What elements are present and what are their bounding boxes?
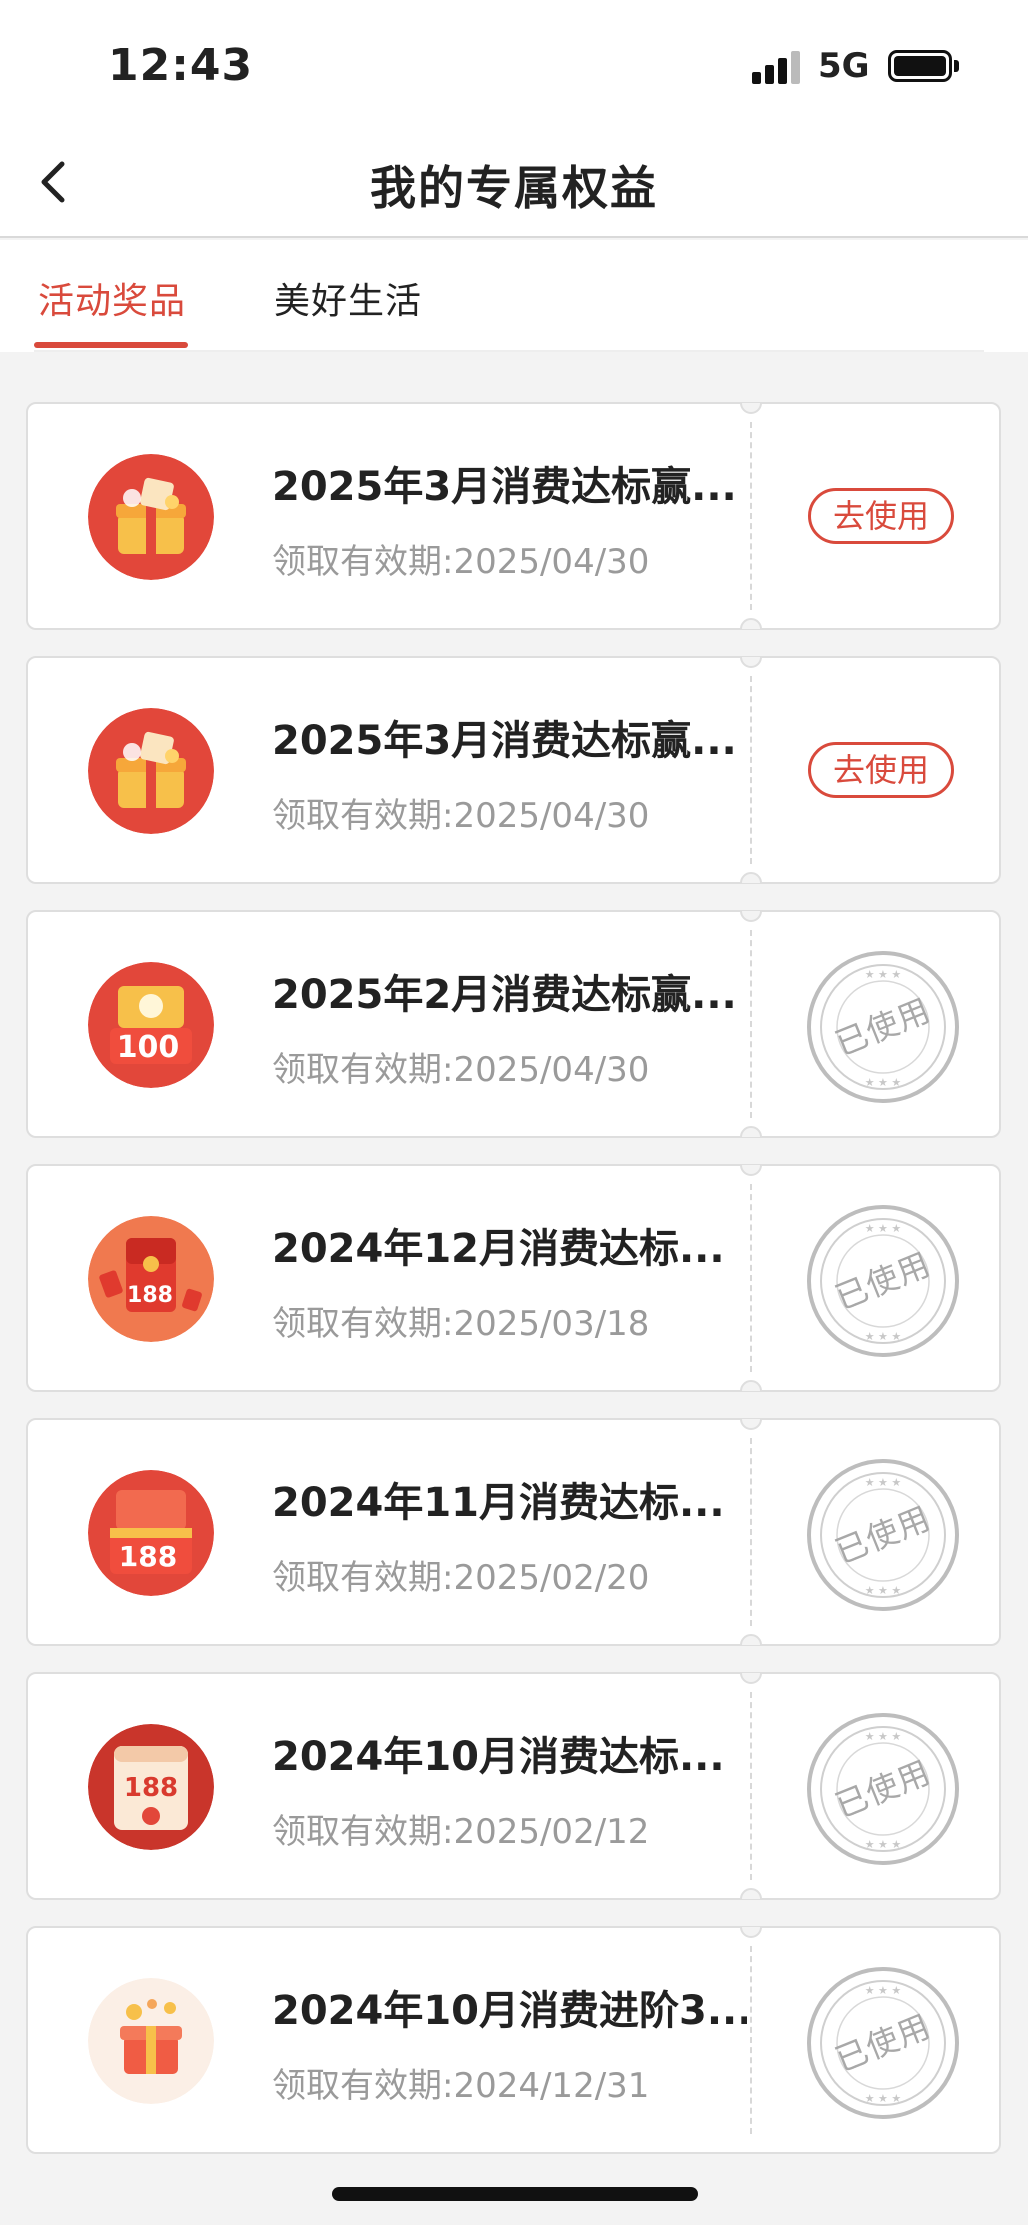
ticket-notch <box>740 911 762 922</box>
item-title: 2025年3月消费达标赢... <box>272 718 737 764</box>
item-title: 2024年12月消费达标... <box>272 1226 725 1272</box>
item-title: 2025年3月消费达标赢... <box>272 464 737 510</box>
list-item[interactable]: 188 2024年12月消费达标... 领取有效期:2025/03/18 ★ ★… <box>26 1164 1001 1392</box>
perforation-line <box>750 1184 752 1372</box>
signal-icon <box>752 50 804 84</box>
red-packet-card-188-icon: 188 <box>88 1724 214 1850</box>
item-title: 2024年10月消费达标... <box>272 1734 725 1780</box>
list-item[interactable]: 188 2024年11月消费达标... 领取有效期:2025/02/20 ★ ★… <box>26 1418 1001 1646</box>
list-item[interactable]: 188 2024年10月消费达标... 领取有效期:2025/02/12 ★ ★… <box>26 1672 1001 1900</box>
list-item[interactable]: 2025年3月消费达标赢... 领取有效期:2025/04/30 去使用 <box>26 656 1001 884</box>
red-packet-188-icon: 188 <box>88 1216 214 1342</box>
ticket-notch <box>740 872 762 883</box>
item-validity: 领取有效期:2025/02/12 <box>272 1812 650 1852</box>
page-title: 我的专属权益 <box>370 161 658 215</box>
ticket-notch <box>740 1380 762 1391</box>
used-stamp: ★ ★ ★ ★ ★ ★ 已使用 <box>804 1710 962 1868</box>
ticket-notch <box>740 618 762 629</box>
benefits-list: 2025年3月消费达标赢... 领取有效期:2025/04/30 去使用 202… <box>26 402 1001 2180</box>
ticket-notch <box>740 1165 762 1176</box>
item-validity: 领取有效期:2025/04/30 <box>272 1050 650 1090</box>
item-validity: 领取有效期:2025/04/30 <box>272 542 650 582</box>
red-packet-100-icon: 100 <box>88 962 214 1088</box>
battery-icon <box>888 50 952 82</box>
tab-good-life[interactable]: 美好生活 <box>274 272 422 324</box>
perforation-line <box>750 1946 752 2134</box>
amount-text: 188 <box>127 1283 173 1308</box>
item-validity: 领取有效期:2025/02/20 <box>272 1558 650 1598</box>
amount-text: 188 <box>124 1773 178 1803</box>
use-button[interactable]: 去使用 <box>808 742 954 798</box>
list-item[interactable]: 100 2025年2月消费达标赢... 领取有效期:2025/04/30 ★ ★… <box>26 910 1001 1138</box>
perforation-line <box>750 422 752 610</box>
tab-activity-prizes[interactable]: 活动奖品 <box>38 272 186 324</box>
network-label: 5G <box>818 46 870 86</box>
ticket-notch <box>740 1673 762 1684</box>
amount-text: 188 <box>119 1540 177 1573</box>
tab-bar: 活动奖品 美好生活 <box>0 240 1028 352</box>
item-title: 2025年2月消费达标赢... <box>272 972 737 1018</box>
red-packet-box-188-icon: 188 <box>88 1470 214 1596</box>
ticket-notch <box>740 657 762 668</box>
list-item[interactable]: 2025年3月消费达标赢... 领取有效期:2025/04/30 去使用 <box>26 402 1001 630</box>
perforation-line <box>750 930 752 1118</box>
tabs-divider <box>34 350 984 352</box>
home-indicator[interactable] <box>332 2187 698 2201</box>
item-validity: 领取有效期:2025/04/30 <box>272 796 650 836</box>
item-title: 2024年10月消费进阶3... <box>272 1988 747 2034</box>
ticket-notch <box>740 1419 762 1430</box>
ticket-notch <box>740 403 762 414</box>
item-validity: 领取有效期:2024/12/31 <box>272 2066 650 2106</box>
use-button[interactable]: 去使用 <box>808 488 954 544</box>
ticket-notch <box>740 1888 762 1899</box>
status-bar: 12:43 5G <box>0 0 1028 130</box>
used-stamp: ★ ★ ★ ★ ★ ★ 已使用 <box>804 1202 962 1360</box>
perforation-line <box>750 676 752 864</box>
used-stamp: ★ ★ ★ ★ ★ ★ 已使用 <box>804 948 962 1106</box>
battery-tip <box>954 60 959 72</box>
gift-box-icon <box>88 708 214 834</box>
gift-box-icon <box>88 454 214 580</box>
perforation-line <box>750 1692 752 1880</box>
list-item[interactable]: 2024年10月消费进阶3... 领取有效期:2024/12/31 ★ ★ ★ ★… <box>26 1926 1001 2154</box>
ticket-notch <box>740 1927 762 1938</box>
used-stamp: ★ ★ ★ ★ ★ ★ 已使用 <box>804 1456 962 1614</box>
item-title: 2024年11月消费达标... <box>272 1480 725 1526</box>
status-time: 12:43 <box>108 40 254 91</box>
used-stamp: ★ ★ ★ ★ ★ ★ 已使用 <box>804 1964 962 2122</box>
ticket-notch <box>740 1126 762 1137</box>
gift-light-icon <box>88 1978 214 2104</box>
perforation-line <box>750 1438 752 1626</box>
amount-text: 100 <box>117 1030 180 1065</box>
item-validity: 领取有效期:2025/03/18 <box>272 1304 650 1344</box>
nav-bar: 我的专属权益 <box>0 130 1028 238</box>
active-tab-indicator <box>34 342 188 348</box>
ticket-notch <box>740 1634 762 1645</box>
